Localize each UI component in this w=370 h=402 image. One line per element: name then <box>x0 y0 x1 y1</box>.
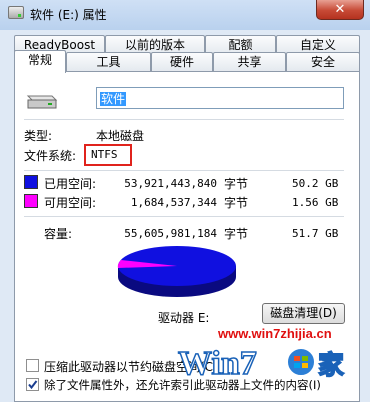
type-label: 类型: <box>24 129 53 143</box>
free-space-size: 1.56 GB <box>292 196 339 209</box>
capacity-size: 51.7 GB <box>292 227 339 240</box>
used-space-unit: 字节 <box>224 177 249 191</box>
index-checkbox[interactable] <box>26 378 39 391</box>
close-button[interactable]: ✕ <box>316 0 364 20</box>
separator <box>24 119 344 120</box>
tab-hardware[interactable]: 硬件 <box>151 52 213 72</box>
used-space-bytes: 53,921,443,840 <box>124 177 217 190</box>
free-space-swatch <box>24 194 38 208</box>
disk-cleanup-button[interactable]: 磁盘清理(D) <box>262 303 345 324</box>
used-space-label: 已用空间: <box>44 177 97 191</box>
capacity-label: 容量: <box>44 227 73 241</box>
filesystem-label: 文件系统: <box>24 149 77 163</box>
win7-logo: Win7 家 <box>177 344 345 383</box>
checkmark-icon <box>28 380 38 390</box>
window-title: 软件 (E:) 属性 <box>30 8 107 22</box>
tab-tools[interactable]: 工具 <box>66 52 151 72</box>
type-value: 本地磁盘 <box>96 129 145 143</box>
free-space-bytes: 1,684,537,344 <box>130 196 217 209</box>
tab-general[interactable]: 常规 <box>14 50 66 73</box>
watermark-url: www.win7zhijia.cn <box>218 326 332 341</box>
tab-security[interactable]: 安全 <box>286 52 360 72</box>
highlight-box <box>84 144 132 166</box>
compress-checkbox[interactable] <box>26 359 39 372</box>
separator <box>24 170 344 171</box>
disk-usage-pie <box>117 246 236 297</box>
capacity-unit: 字节 <box>224 227 249 241</box>
capacity-bytes: 55,605,981,184 <box>124 227 217 240</box>
title-bar: 软件 (E:) 属性 ✕ <box>0 0 370 30</box>
free-space-label: 可用空间: <box>44 196 97 210</box>
tab-sharing[interactable]: 共享 <box>213 52 286 72</box>
used-space-size: 50.2 GB <box>292 177 339 190</box>
used-space-swatch <box>24 175 38 189</box>
watermark-suffix: 家 <box>318 350 344 381</box>
free-space-unit: 字节 <box>224 196 249 210</box>
drive-letter-label: 驱动器 E: <box>158 311 210 325</box>
drive-name-value: 软件 <box>100 92 127 106</box>
drive-name-input[interactable]: 软件 <box>96 87 344 109</box>
hard-drive-icon <box>26 95 58 109</box>
separator <box>24 216 344 217</box>
drive-icon <box>8 6 24 19</box>
svg-text:Win7: Win7 <box>178 345 257 382</box>
